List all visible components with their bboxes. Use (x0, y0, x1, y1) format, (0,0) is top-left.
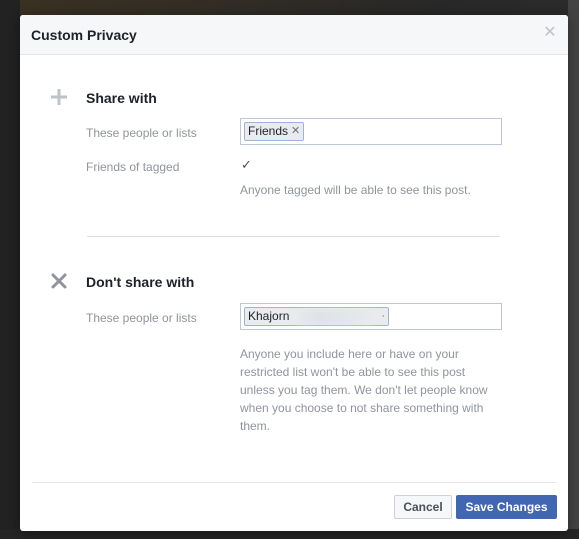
plus-icon (51, 89, 67, 105)
share-people-input[interactable]: Friends ✕ (240, 118, 502, 145)
section-divider (87, 236, 500, 237)
token-remove-icon[interactable]: ✕ (291, 123, 300, 140)
share-help-text: Anyone tagged will be able to see this p… (240, 183, 471, 197)
help-line: unless you tag them. We don't let people… (240, 383, 488, 397)
footer-divider (32, 482, 556, 483)
help-line: restricted list won't be able to see thi… (240, 365, 466, 379)
dialog-title: Custom Privacy (31, 27, 137, 43)
save-changes-button[interactable]: Save Changes (456, 495, 557, 519)
dont-share-people-label: These people or lists (86, 311, 197, 325)
redacted-name-blur (292, 309, 379, 324)
help-line: when you choose to not share something w… (240, 401, 484, 415)
friends-of-tagged-label: Friends of tagged (86, 160, 180, 174)
token-label: Friends (248, 124, 289, 138)
friends-of-tagged-checkbox[interactable]: ✓ (241, 158, 255, 172)
cancel-button[interactable]: Cancel (394, 495, 452, 519)
close-icon[interactable]: ✕ (543, 25, 557, 41)
share-people-label: These people or lists (86, 126, 197, 140)
x-icon (51, 273, 67, 289)
help-line: Anyone you include here or have on your (240, 347, 459, 361)
token-label: Khajorn (248, 309, 290, 323)
dont-share-token[interactable]: Khajorn · (244, 307, 390, 326)
share-token-friends[interactable]: Friends ✕ (244, 122, 305, 141)
dont-share-people-input[interactable]: Khajorn · (240, 303, 502, 330)
dont-share-help-text: Anyone you include here or have on your … (240, 345, 488, 435)
share-with-title: Share with (86, 90, 157, 106)
dialog-header: Custom Privacy ✕ (20, 15, 568, 55)
dont-share-with-title: Don't share with (86, 274, 195, 290)
help-line: them. (240, 419, 271, 433)
custom-privacy-dialog: Custom Privacy ✕ Share with These people… (20, 15, 568, 531)
token-remove-icon[interactable]: · (381, 308, 385, 325)
